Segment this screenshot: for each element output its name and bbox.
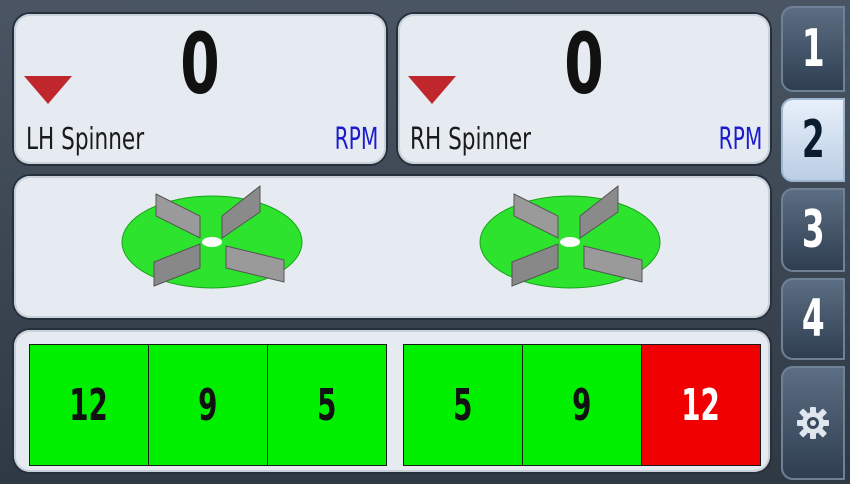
rh-down-indicator-icon bbox=[408, 76, 456, 104]
settings-button[interactable] bbox=[781, 366, 845, 480]
rh-bar-cell: 12 bbox=[641, 344, 761, 466]
lh-spinner-label: LH Spinner bbox=[26, 122, 145, 157]
rh-spinner-label: RH Spinner bbox=[410, 122, 532, 157]
lh-bar-cell: 5 bbox=[267, 344, 387, 466]
rh-spinner-rpm-panel: 0 RH Spinner RPM bbox=[398, 14, 770, 164]
page-3-button[interactable]: 3 bbox=[781, 188, 845, 272]
rh-bar-group: 5 9 12 bbox=[403, 344, 761, 466]
rh-bar-cell: 5 bbox=[403, 344, 523, 466]
lh-spinner-rpm-panel: 0 LH Spinner RPM bbox=[14, 14, 386, 164]
lh-down-indicator-icon bbox=[24, 76, 72, 104]
page-4-button[interactable]: 4 bbox=[781, 278, 845, 360]
lh-rpm-value: 0 bbox=[180, 15, 220, 113]
spread-bars-panel: 12 9 5 5 9 12 bbox=[14, 330, 770, 472]
spinner-graphic-panel bbox=[14, 176, 770, 318]
rh-bar-cell: 9 bbox=[522, 344, 642, 466]
page-1-button[interactable]: 1 bbox=[781, 6, 845, 92]
lh-rpm-unit: RPM bbox=[334, 122, 378, 157]
lh-bar-group: 12 9 5 bbox=[29, 344, 387, 466]
page-2-button[interactable]: 2 bbox=[781, 98, 845, 182]
rh-rpm-unit: RPM bbox=[718, 122, 762, 157]
lh-spinner-disc-icon bbox=[121, 184, 303, 289]
rh-rpm-value: 0 bbox=[564, 15, 604, 113]
lh-bar-cell: 9 bbox=[148, 344, 268, 466]
gear-icon bbox=[797, 407, 829, 439]
rh-spinner-disc-icon bbox=[479, 184, 661, 289]
lh-bar-cell: 12 bbox=[29, 344, 149, 466]
